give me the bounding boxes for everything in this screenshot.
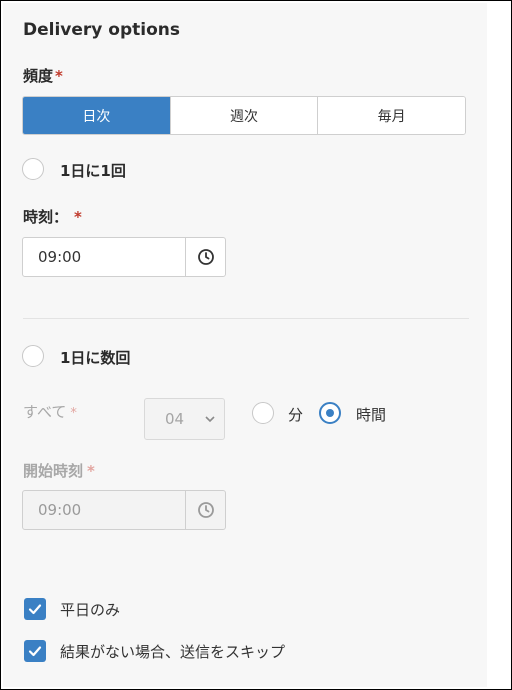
start-time-input-value[interactable]: 09:00 [23,491,185,529]
clock-button[interactable] [185,238,225,276]
once-a-day-radio[interactable] [22,158,44,180]
panel-title: Delivery options [23,20,180,40]
checkmark-icon [28,646,42,657]
required-mark: * [74,208,82,226]
skip-if-no-results-checkbox[interactable] [24,640,46,662]
frequency-option-monthly[interactable]: 毎月 [318,97,465,134]
checkmark-icon [28,604,42,615]
multiple-per-day-radio[interactable] [22,345,44,367]
frequency-option-weekly[interactable]: 週次 [170,97,319,134]
unit-minutes-label: 分 [288,406,304,424]
unit-hours-label: 時間 [356,406,387,424]
start-clock-button[interactable] [185,491,225,529]
required-mark: * [87,462,95,480]
required-mark: * [55,67,63,85]
unit-hours-radio[interactable] [319,402,341,424]
weekdays-only-checkbox[interactable] [24,598,46,620]
required-mark: * [70,406,77,421]
time-input-value[interactable]: 09:00 [23,238,185,276]
every-label-text: すべて [23,403,67,421]
chevron-down-icon [205,416,215,423]
start-time-label: 開始時刻 * [23,460,95,481]
start-time-input[interactable]: 09:00 [22,490,226,530]
multiple-per-day-label: 1日に数回 [60,349,131,367]
frequency-option-daily[interactable]: 日次 [23,97,171,134]
every-label: すべて * [23,401,77,422]
time-label: 時刻： * [23,206,82,227]
skip-if-no-results-label: 結果がない場合、送信をスキップ [60,643,286,661]
once-a-day-label: 1日に1回 [60,162,126,180]
start-time-label-text: 開始時刻 [23,462,84,480]
section-divider [23,318,469,319]
interval-select[interactable]: 04 [144,398,225,440]
clock-icon [197,502,214,518]
frequency-label: 頻度 * [23,65,63,86]
weekdays-only-label: 平日のみ [60,601,121,619]
time-input[interactable]: 09:00 [22,237,226,277]
unit-minutes-radio[interactable] [252,402,274,424]
time-label-text: 時刻： [23,208,69,226]
interval-select-value: 04 [165,410,185,428]
frequency-label-text: 頻度 [23,67,54,85]
clock-icon [197,249,214,265]
frequency-segmented-control: 日次 週次 毎月 [22,96,466,135]
